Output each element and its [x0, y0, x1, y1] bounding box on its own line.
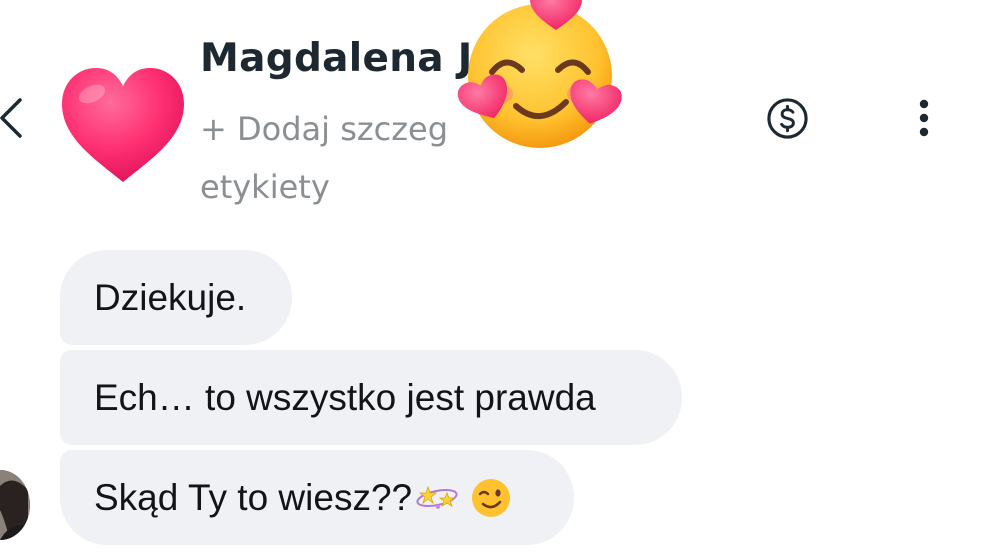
smiling-face-with-hearts-icon — [457, 0, 622, 148]
message-text: Ech… to wszystko jest prawda — [94, 377, 596, 418]
heart-sticker-icon — [62, 68, 184, 182]
message-text: Dziekuje. — [94, 277, 247, 318]
message-bubble[interactable]: Skąd Ty to wiesz?? — [60, 450, 574, 545]
chevron-left-icon[interactable] — [0, 96, 26, 140]
message-bubble[interactable]: Ech… to wszystko jest prawda — [60, 350, 682, 445]
avatar[interactable] — [0, 470, 30, 540]
add-details-label: + Dodaj szczeg — [200, 110, 449, 148]
chat-screen: Magdalena J wska + Dodaj szczeg etykiety — [0, 0, 1003, 553]
message-text: Skąd Ty to wiesz?? — [94, 477, 413, 518]
dollar-circle-icon[interactable] — [766, 97, 809, 140]
tags-label: etykiety — [200, 168, 330, 206]
message-bubble[interactable]: Dziekuje. — [60, 250, 292, 345]
more-vertical-icon[interactable] — [916, 98, 932, 138]
stars-emoji-icon — [416, 485, 458, 509]
avatar-photo — [0, 470, 30, 540]
winking-face-emoji-icon — [472, 478, 511, 517]
